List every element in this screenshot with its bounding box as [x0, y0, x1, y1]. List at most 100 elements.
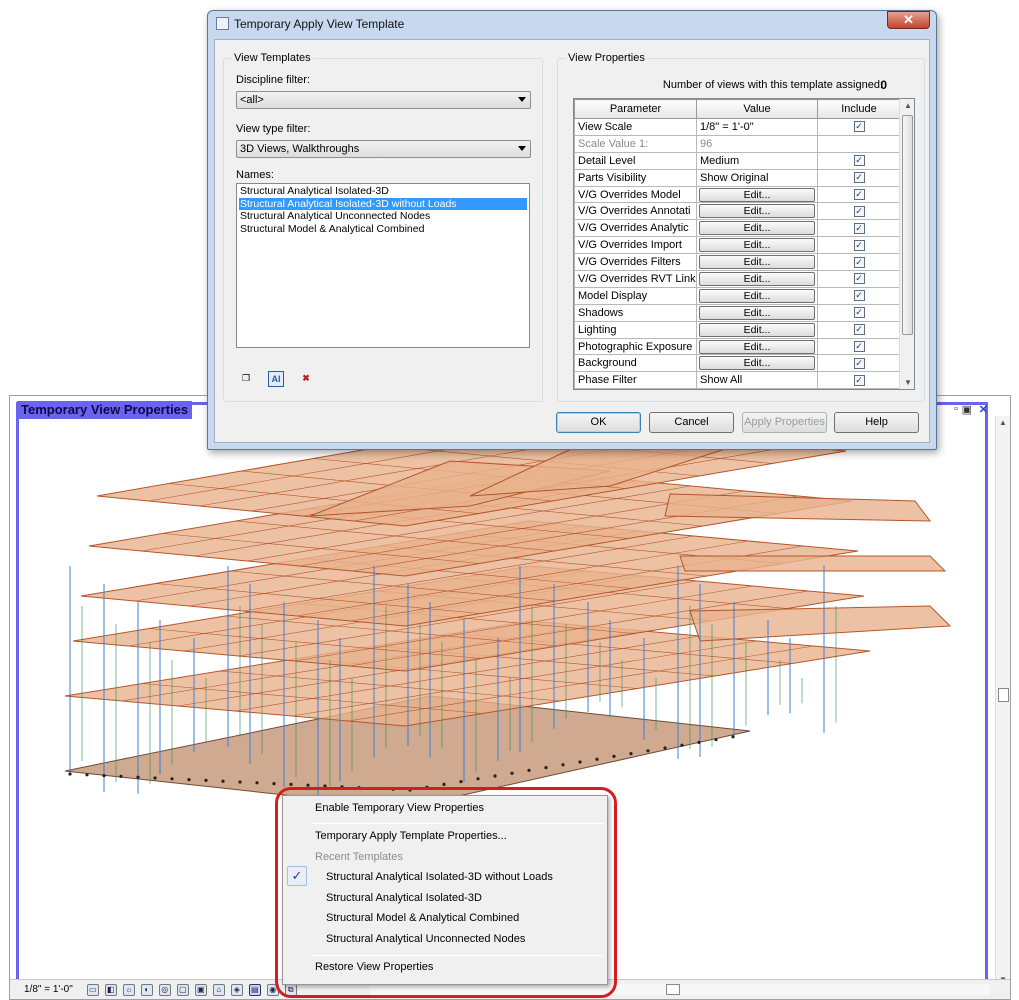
property-row[interactable]: Scale Value 1: 96 — [574, 134, 901, 153]
discipline-filter-dropdown[interactable]: <all> — [236, 91, 531, 109]
restore-icon[interactable]: ▣ — [962, 403, 972, 416]
close-icon[interactable]: ✕ — [979, 403, 988, 416]
property-value[interactable]: Show Original — [696, 168, 818, 187]
property-row[interactable]: Parts Visibility Show Original ✓ — [574, 168, 901, 187]
template-names-list[interactable]: Structural Analytical Isolated-3D Structu… — [236, 183, 530, 348]
delete-icon[interactable]: ✖ — [298, 371, 314, 387]
view-properties-table[interactable]: Parameter Value Include View Scale 1/8" =… — [573, 98, 915, 390]
edit-button[interactable]: Edit... — [699, 356, 815, 371]
property-row[interactable]: Phase Filter Show All ✓ — [574, 371, 901, 389]
crop-view-icon[interactable]: ▢ — [176, 983, 189, 996]
edit-button[interactable]: Edit... — [699, 187, 815, 202]
crop-region-icon[interactable]: ▣ — [194, 983, 207, 996]
ok-button[interactable]: OK — [556, 412, 641, 433]
menu-item-apply-template[interactable]: Temporary Apply Template Properties... — [315, 830, 507, 842]
lock-view-icon[interactable]: ⌂ — [212, 983, 225, 996]
property-row[interactable]: Photographic Exposure Edit... ✓ — [574, 337, 901, 356]
edit-button[interactable]: Edit... — [699, 221, 815, 236]
property-value[interactable]: Structural — [696, 388, 818, 389]
cancel-button[interactable]: Cancel — [649, 412, 734, 433]
view-scale-button[interactable]: 1/8" = 1'-0" — [24, 984, 73, 995]
menu-item-recent-template[interactable]: Structural Analytical Unconnected Nodes — [326, 933, 525, 945]
dialog-app-icon — [216, 17, 229, 30]
include-checkbox[interactable]: ✓ — [853, 222, 865, 234]
hide-isolate-icon[interactable]: ◈ — [230, 983, 243, 996]
scroll-down-icon[interactable]: ▼ — [904, 378, 912, 387]
include-checkbox[interactable]: ✓ — [853, 172, 865, 184]
property-row[interactable]: V/G Overrides Model Edit... ✓ — [574, 185, 901, 204]
edit-button[interactable]: Edit... — [699, 204, 815, 219]
property-row[interactable]: V/G Overrides Import Edit... ✓ — [574, 236, 901, 255]
property-value[interactable]: 1/8" = 1'-0" — [696, 118, 818, 136]
include-checkbox[interactable]: ✓ — [853, 273, 865, 285]
include-checkbox[interactable]: ✓ — [853, 290, 865, 302]
include-checkbox[interactable]: ✓ — [853, 239, 865, 251]
include-cell: ✓ — [817, 168, 901, 187]
include-checkbox[interactable]: ✓ — [853, 189, 865, 200]
edit-button[interactable]: Edit... — [699, 288, 815, 303]
edit-button[interactable]: Edit... — [699, 238, 815, 253]
help-button[interactable]: Help — [834, 412, 919, 433]
include-checkbox[interactable]: ✓ — [853, 256, 865, 268]
visual-style-icon[interactable]: ◧ — [104, 983, 117, 996]
scroll-up-icon[interactable]: ▲ — [904, 101, 912, 110]
include-checkbox[interactable]: ✓ — [853, 121, 865, 133]
edit-button[interactable]: Edit... — [699, 271, 815, 286]
include-checkbox[interactable]: ✓ — [853, 324, 865, 336]
minimize-icon[interactable]: ▫ — [954, 403, 958, 415]
include-checkbox[interactable]: ✓ — [853, 307, 865, 319]
property-row[interactable]: V/G Overrides Annotati Edit... ✓ — [574, 202, 901, 221]
include-checkbox[interactable]: ✓ — [853, 341, 865, 353]
include-checkbox[interactable]: ✓ — [853, 357, 865, 369]
dialog-titlebar[interactable]: Temporary Apply View Template ✕ — [208, 11, 936, 37]
duplicate-icon[interactable]: ❐ — [238, 371, 254, 387]
edit-button[interactable]: Edit... — [699, 322, 815, 337]
rendering-icon[interactable]: ◎ — [158, 983, 171, 996]
shadows-icon[interactable]: ◐ — [140, 983, 153, 996]
vertical-scrollbar[interactable]: ▲ ▼ — [995, 416, 1010, 986]
menu-item-restore-view[interactable]: Restore View Properties — [315, 961, 433, 973]
scroll-up-icon[interactable]: ▲ — [999, 418, 1007, 427]
template-list-item[interactable]: Structural Analytical Isolated-3D withou… — [239, 197, 527, 210]
property-value[interactable]: Medium — [696, 151, 818, 170]
edit-button[interactable]: Edit... — [699, 339, 815, 354]
column-header-parameter[interactable]: Parameter — [574, 99, 697, 119]
menu-item-enable-temporary[interactable]: Enable Temporary View Properties — [315, 802, 484, 814]
view-type-filter-dropdown[interactable]: 3D Views, Walkthroughs — [236, 140, 531, 158]
edit-button[interactable]: Edit... — [699, 255, 815, 270]
include-checkbox[interactable]: ✓ — [853, 155, 865, 167]
properties-scrollbar[interactable]: ▲ ▼ — [899, 99, 914, 389]
template-list-item[interactable]: Structural Analytical Isolated-3D — [239, 185, 527, 198]
include-checkbox[interactable]: ✓ — [853, 374, 865, 386]
column-header-value[interactable]: Value — [696, 99, 818, 119]
property-row[interactable]: V/G Overrides RVT Link Edit... ✓ — [574, 270, 901, 288]
property-row[interactable]: Lighting Edit... ✓ — [574, 320, 901, 339]
rename-icon[interactable]: AI — [268, 371, 284, 387]
property-row[interactable]: V/G Overrides Filters Edit... ✓ — [574, 253, 901, 272]
vertical-scroll-thumb[interactable] — [998, 688, 1009, 702]
include-checkbox[interactable]: ✓ — [853, 205, 865, 217]
property-row[interactable]: Shadows Edit... ✓ — [574, 303, 901, 322]
horizontal-scroll-thumb[interactable] — [666, 984, 680, 995]
properties-scroll-thumb[interactable] — [902, 115, 913, 335]
detail-level-icon[interactable]: ▭ — [86, 983, 99, 996]
template-list-item[interactable]: Structural Model & Analytical Combined — [239, 223, 527, 236]
column-header-include[interactable]: Include — [817, 99, 901, 119]
edit-button[interactable]: Edit... — [699, 305, 815, 320]
apply-properties-button[interactable]: Apply Properties — [742, 412, 827, 433]
property-row[interactable]: Model Display Edit... ✓ — [574, 286, 901, 305]
menu-item-recent-template[interactable]: Structural Analytical Isolated-3D withou… — [326, 871, 553, 883]
property-row[interactable]: Detail Level Medium ✓ — [574, 151, 901, 170]
temporary-view-properties-icon[interactable]: ▤ — [248, 983, 261, 996]
template-list-item[interactable]: Structural Analytical Unconnected Nodes — [239, 210, 527, 223]
menu-item-recent-template[interactable]: Structural Analytical Isolated-3D — [326, 892, 482, 904]
dialog-close-button[interactable]: ✕ — [887, 11, 930, 29]
property-row[interactable]: Background Edit... ✓ — [574, 354, 901, 373]
property-row[interactable]: DisciplineStructural✓ — [574, 388, 901, 389]
sun-path-icon[interactable]: ☼ — [122, 983, 135, 996]
property-row[interactable]: V/G Overrides Analytic Edit... ✓ — [574, 219, 901, 238]
menu-item-recent-template[interactable]: Structural Model & Analytical Combined — [326, 912, 519, 924]
checkmark-icon: ✓ — [287, 866, 307, 886]
property-row[interactable]: View Scale 1/8" = 1'-0" ✓ — [574, 118, 901, 136]
property-value[interactable]: Show All — [696, 371, 818, 389]
